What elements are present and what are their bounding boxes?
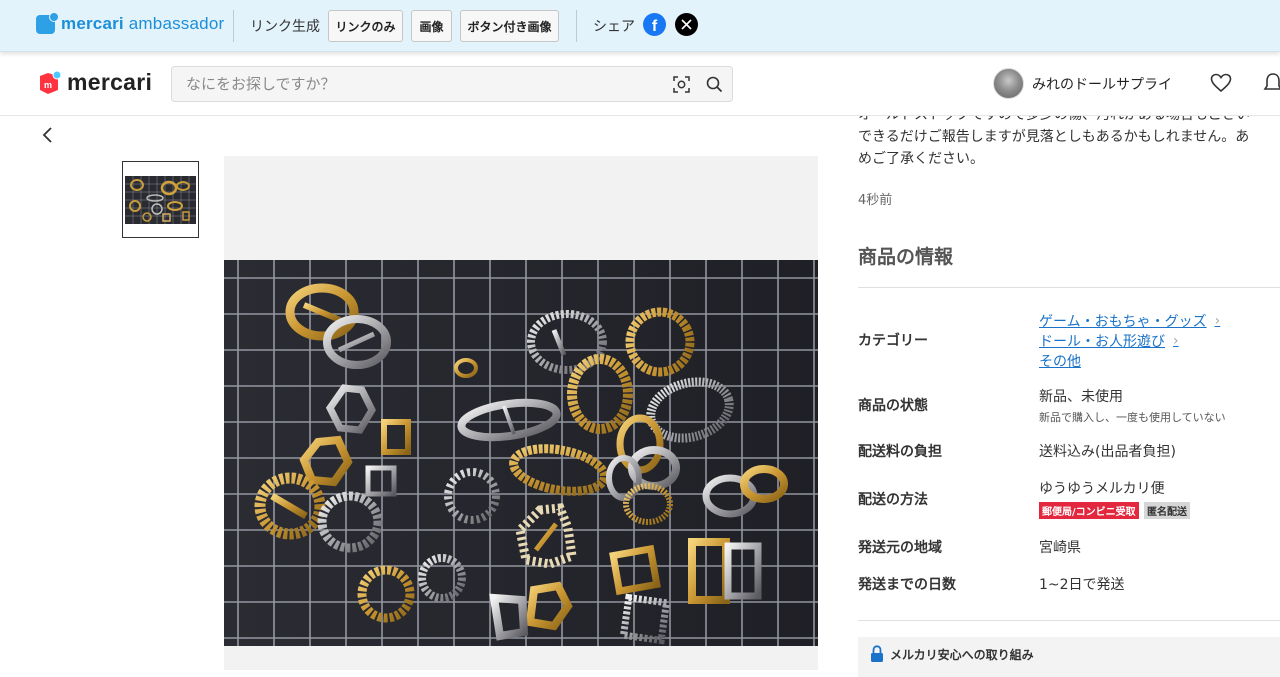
description-line: できるだけご報告しますが見落としもあるかもしれません。あ	[858, 129, 1250, 145]
divider	[233, 10, 234, 42]
description-line: めご了承ください。	[858, 151, 984, 167]
category-link-1[interactable]: ゲーム・おもちゃ・グッズ ›	[1039, 311, 1220, 331]
shipping-days-value: 1~2日で発送	[1039, 577, 1125, 593]
pickup-badge: 郵便局/コンビニ受取	[1039, 502, 1139, 519]
category-link-3[interactable]: その他	[1039, 351, 1081, 371]
origin-value: 宮崎県	[1039, 540, 1081, 556]
svg-text:m: m	[44, 80, 52, 90]
product-main-image[interactable]	[224, 156, 818, 670]
ambassador-logo[interactable]: mercari ambassador	[36, 11, 225, 35]
image-button[interactable]: 画像	[411, 10, 452, 42]
username: みれのドールサプライ	[1032, 76, 1172, 93]
ambassador-bar: mercari ambassador リンク生成 リンクのみ 画像 ボタン付き画…	[0, 0, 1280, 52]
link-only-button[interactable]: リンクのみ	[328, 10, 403, 42]
category-label: カテゴリー	[858, 333, 928, 349]
anonymous-shipping-badge: 匿名配送	[1144, 502, 1190, 519]
link-generate-label: リンク生成	[250, 19, 320, 35]
search-icon[interactable]	[705, 75, 724, 98]
thumbnail-image	[125, 176, 196, 224]
x-icon[interactable]	[675, 13, 698, 36]
lock-icon	[870, 645, 884, 667]
back-arrow-icon[interactable]	[40, 126, 56, 148]
mercari-logo-icon: m	[40, 70, 62, 94]
mercari-mark-icon	[36, 11, 59, 34]
share-label: シェア	[593, 19, 635, 35]
divider	[858, 287, 1280, 288]
condition-value: 新品、未使用	[1039, 389, 1123, 405]
shipping-days-label: 発送までの日数	[858, 577, 956, 593]
category-link-2[interactable]: ドール・お人形遊び ›	[1039, 331, 1179, 351]
category-link-text: ドール・お人形遊び	[1039, 334, 1165, 350]
mercari-logo[interactable]: m mercari	[36, 69, 152, 96]
shipping-fee-label: 配送料の負担	[858, 444, 942, 460]
search-bar	[171, 66, 733, 102]
shipping-method-value: ゆうゆうメルカリ便	[1039, 481, 1165, 497]
category-link-text: ゲーム・おもちゃ・グッズ	[1039, 314, 1207, 330]
divider	[858, 620, 1280, 621]
search-input[interactable]	[186, 74, 656, 94]
buckles-photo	[224, 260, 818, 646]
origin-label: 発送元の地域	[858, 540, 942, 556]
user-menu[interactable]: みれのドールサプライ	[993, 68, 1172, 99]
button-image-button[interactable]: ボタン付き画像	[460, 10, 559, 42]
category-link-text: その他	[1039, 354, 1081, 370]
site-header: m mercari みれのドールサプライ	[0, 52, 1280, 116]
chevron-right-icon: ›	[1173, 333, 1179, 349]
ambassador-logo-brand: mercari	[61, 14, 124, 33]
shipping-method-label: 配送の方法	[858, 492, 928, 508]
safety-title: メルカリ安心への取り組み	[890, 648, 1034, 662]
condition-note: 新品で購入し、一度も使用していない	[1039, 411, 1226, 424]
chevron-right-icon: ›	[1214, 313, 1221, 329]
ambassador-logo-suffix: ambassador	[128, 14, 225, 33]
bell-icon[interactable]	[1263, 72, 1280, 98]
camera-scan-icon[interactable]	[672, 75, 691, 98]
divider	[576, 10, 577, 42]
posted-time: 4秒前	[858, 193, 893, 208]
shipping-fee-value: 送料込み(出品者負担)	[1039, 444, 1176, 460]
facebook-icon[interactable]: f	[643, 13, 666, 36]
product-thumbnail[interactable]	[122, 161, 199, 238]
condition-label: 商品の状態	[858, 398, 928, 414]
item-info-title: 商品の情報	[858, 246, 954, 268]
safety-banner[interactable]: メルカリ安心への取り組み	[858, 637, 1280, 677]
heart-icon[interactable]	[1210, 73, 1232, 97]
mercari-logo-text: mercari	[67, 69, 153, 95]
avatar	[993, 68, 1024, 99]
